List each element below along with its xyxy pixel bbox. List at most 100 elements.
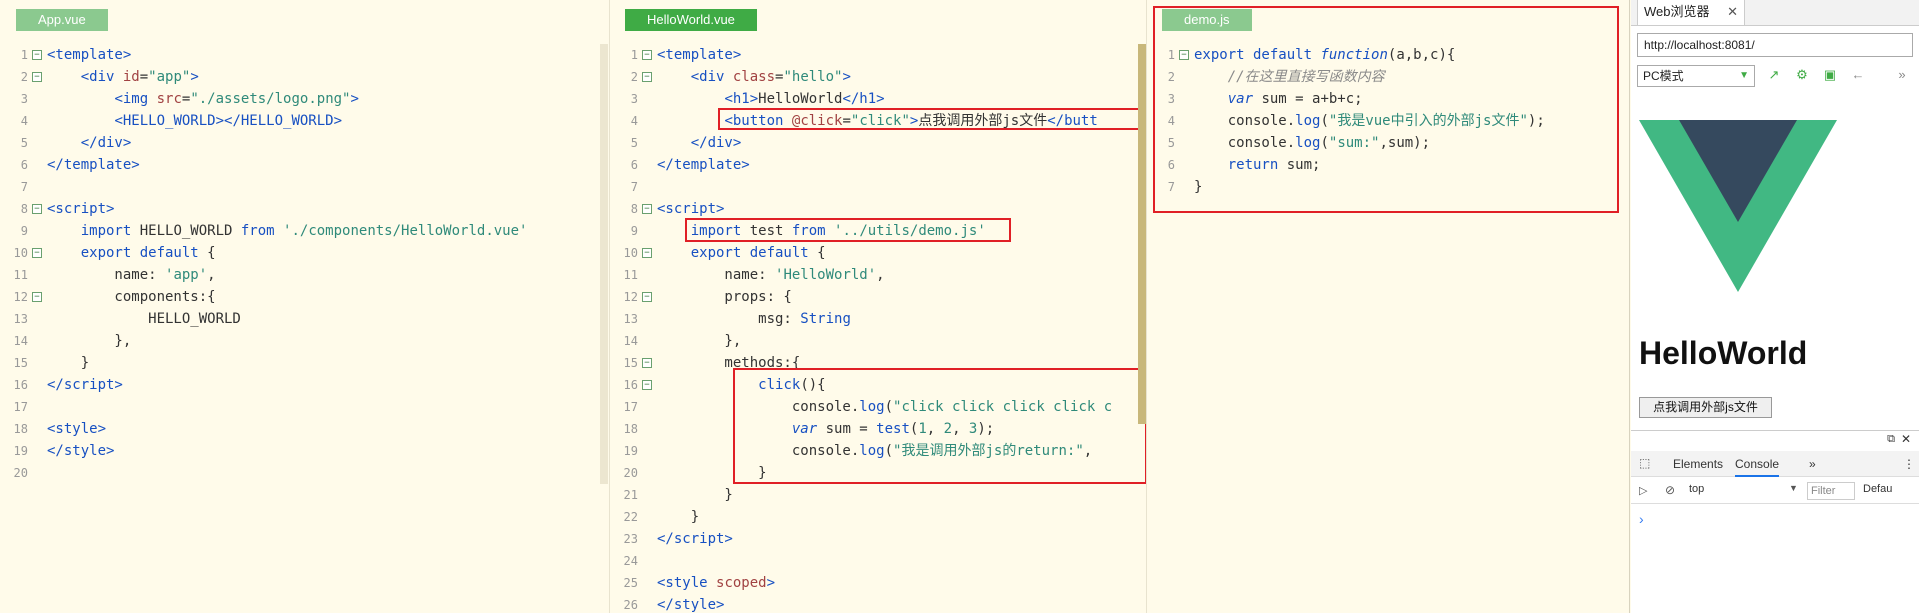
code-text: </style> [47, 443, 115, 459]
address-bar[interactable]: http://localhost:8081/ [1637, 33, 1913, 57]
code-line[interactable]: 13 HELLO_WORLD [0, 308, 609, 330]
code-line[interactable]: 8− <script> [0, 198, 609, 220]
code-line[interactable]: 26 </style> [610, 594, 1146, 613]
highlight-box-import-line [685, 218, 1011, 242]
clear-console-icon[interactable]: ⊘ [1665, 483, 1675, 497]
code-line[interactable]: 16 </script> [0, 374, 609, 396]
line-number: 6 [20, 158, 28, 172]
line-number: 17 [13, 400, 28, 414]
code-line[interactable]: 2− <div id="app"> [0, 66, 609, 88]
code-line[interactable]: 7 [0, 176, 609, 198]
code-line[interactable]: 19 </style> [0, 440, 609, 462]
code-line[interactable]: 4 <HELLO_WORLD></HELLO_WORLD> [0, 110, 609, 132]
tab-helloworld-vue[interactable]: HelloWorld.vue [625, 9, 757, 31]
close-icon[interactable]: ✕ [1727, 0, 1738, 24]
chevron-down-icon: ▼ [1789, 483, 1798, 493]
sidebar-toggle-icon[interactable]: ▷ [1639, 484, 1647, 497]
code-area[interactable]: 1− <template> 2− <div id="app"> 3 <img src=… [0, 44, 609, 484]
fold-toggle-icon[interactable]: − [32, 204, 42, 214]
code-line[interactable]: 24 [610, 550, 1146, 572]
code-line[interactable]: 7 [610, 176, 1146, 198]
code-line[interactable]: 8− <script> [610, 198, 1146, 220]
fold-toggle-icon[interactable]: − [642, 204, 652, 214]
fold-toggle-icon[interactable]: − [32, 72, 42, 82]
call-external-js-button[interactable]: 点我调用外部js文件 [1639, 397, 1772, 418]
filter-input[interactable]: Filter [1807, 482, 1855, 500]
code-text: </script> [47, 377, 123, 393]
code-line[interactable]: 13 msg: String [610, 308, 1146, 330]
fold-toggle-icon[interactable]: − [642, 380, 652, 390]
code-line[interactable]: 2− <div class="hello"> [610, 66, 1146, 88]
mode-select[interactable]: PC模式 ▼ [1637, 65, 1755, 87]
code-line[interactable]: 20 [0, 462, 609, 484]
gear-icon[interactable]: ⚙ [1793, 66, 1811, 84]
fold-toggle-icon[interactable]: − [32, 292, 42, 302]
code-text: <template> [657, 47, 742, 63]
terminal-icon[interactable]: ▣ [1821, 66, 1839, 84]
code-text: msg: String [657, 311, 851, 327]
editor-pane-helloworld-vue: HelloWorld.vue 1− <template> 2− <div class… [610, 0, 1147, 613]
code-line[interactable]: 3 <h1>HelloWorld</h1> [610, 88, 1146, 110]
undock-icon[interactable]: ⧉ [1887, 433, 1895, 446]
browser-tab[interactable]: Web浏览器 ✕ [1637, 0, 1745, 26]
code-line[interactable]: 6 </template> [610, 154, 1146, 176]
code-line[interactable]: 18 <style> [0, 418, 609, 440]
editor-pane-app-vue: App.vue 1− <template> 2− <div id="app"> 3 <… [0, 0, 610, 613]
code-line[interactable]: 23 </script> [610, 528, 1146, 550]
code-line[interactable]: 22 } [610, 506, 1146, 528]
code-text: <img src="./assets/logo.png"> [114, 91, 359, 107]
code-line[interactable]: 10− export default { [610, 242, 1146, 264]
code-line[interactable]: 5 </div> [0, 132, 609, 154]
fold-toggle-icon[interactable]: − [642, 292, 652, 302]
devtools-panel: ⧉ ✕ ⬚ Elements Console » ⋮ ▷ ⊘ top ▼ Fil… [1631, 430, 1919, 613]
code-line[interactable]: 9 import HELLO_WORLD from './components/… [0, 220, 609, 242]
back-arrow-icon[interactable]: ← [1849, 66, 1867, 84]
code-line[interactable]: 3 <img src="./assets/logo.png"> [0, 88, 609, 110]
code-line[interactable]: 25 <style scoped> [610, 572, 1146, 594]
code-text: name: 'HelloWorld', [657, 267, 885, 283]
fold-toggle-icon[interactable]: − [642, 72, 652, 82]
code-line[interactable]: 11 name: 'HelloWorld', [610, 264, 1146, 286]
code-text: props: { [657, 289, 792, 305]
code-text: </style> [657, 597, 725, 613]
code-line[interactable]: 21 } [610, 484, 1146, 506]
code-line[interactable]: 12− components:{ [0, 286, 609, 308]
code-text: </template> [47, 157, 140, 173]
fold-toggle-icon[interactable]: − [32, 248, 42, 258]
context-select[interactable]: top [1689, 483, 1704, 495]
line-number: 19 [13, 444, 28, 458]
scrollbar-thumb[interactable] [1138, 44, 1146, 424]
fold-toggle-icon[interactable]: − [32, 50, 42, 60]
line-number: 10 [13, 246, 28, 260]
line-number: 25 [623, 576, 638, 590]
fold-toggle-icon[interactable]: − [642, 358, 652, 368]
log-levels-select[interactable]: Defau [1863, 483, 1892, 495]
code-line[interactable]: 1− <template> [610, 44, 1146, 66]
code-line[interactable]: 6 </template> [0, 154, 609, 176]
fold-toggle-icon[interactable]: − [642, 50, 652, 60]
kebab-menu-icon[interactable]: ⋮ [1903, 451, 1915, 477]
open-external-icon[interactable]: ↗ [1765, 66, 1783, 84]
tab-elements[interactable]: Elements [1673, 451, 1723, 477]
code-line[interactable]: 11 name: 'app', [0, 264, 609, 286]
code-line[interactable]: 5 </div> [610, 132, 1146, 154]
inspect-icon[interactable]: ⬚ [1639, 456, 1650, 470]
code-line[interactable]: 14 }, [0, 330, 609, 352]
close-icon[interactable]: ✕ [1901, 432, 1911, 446]
more-tabs-icon[interactable]: » [1809, 451, 1816, 477]
scrollbar[interactable] [600, 44, 608, 484]
code-line[interactable]: 14 }, [610, 330, 1146, 352]
fold-toggle-icon[interactable]: − [642, 248, 652, 258]
code-line[interactable]: 1− <template> [0, 44, 609, 66]
code-line[interactable]: 15 } [0, 352, 609, 374]
line-number: 4 [20, 114, 28, 128]
chevron-down-icon: ▼ [1739, 70, 1749, 81]
code-line[interactable]: 17 [0, 396, 609, 418]
console-prompt[interactable]: › [1639, 511, 1644, 527]
tab-console[interactable]: Console [1735, 451, 1780, 477]
tab-app-vue[interactable]: App.vue [16, 9, 108, 31]
code-line[interactable]: 10− export default { [0, 242, 609, 264]
code-line[interactable]: 12− props: { [610, 286, 1146, 308]
more-icon[interactable]: » [1893, 66, 1911, 84]
code-text: </div> [80, 135, 132, 151]
